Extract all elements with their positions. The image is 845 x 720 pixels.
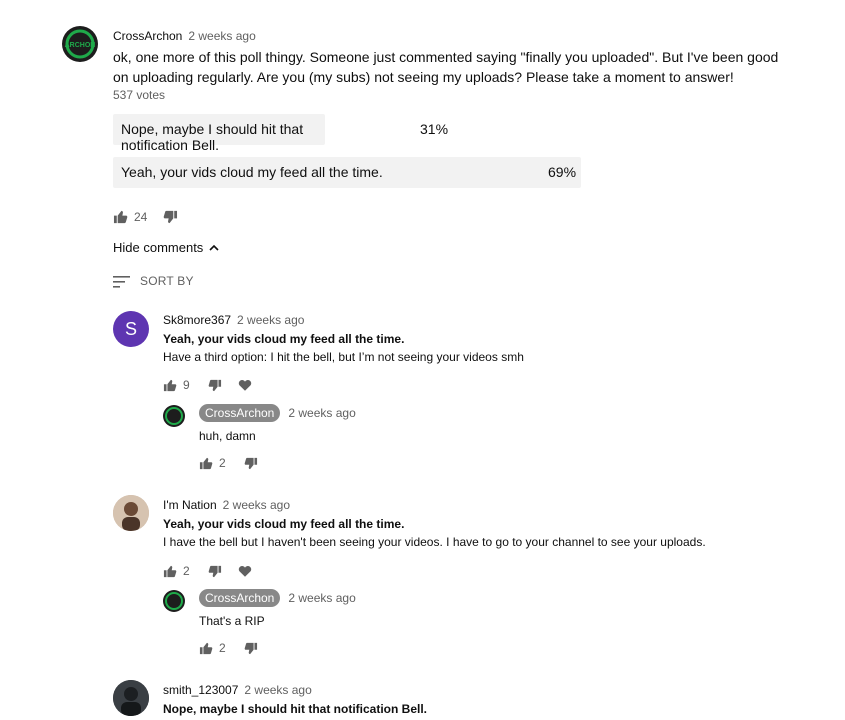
archon-logo-icon — [165, 407, 183, 425]
reply-avatar[interactable] — [163, 405, 185, 427]
like-count: 9 — [183, 378, 190, 392]
heart-icon[interactable] — [238, 379, 252, 392]
comment-header: I'm Nation 2 weeks ago — [163, 496, 290, 514]
reply-actions: 2 — [199, 456, 258, 470]
post-text: ok, one more of this poll thingy. Someon… — [113, 47, 813, 87]
poll-option-percent: 69% — [548, 164, 577, 180]
svg-text:ARCHON: ARCHON — [65, 42, 96, 49]
post-author[interactable]: CrossArchon — [113, 29, 182, 43]
comment-text: Have a third option: I hit the bell, but… — [163, 350, 524, 364]
post-text-line: ok, one more of this poll thingy. Someon… — [113, 49, 779, 65]
dislike-icon[interactable] — [244, 457, 258, 470]
avatar-letter: S — [124, 318, 137, 339]
like-count: 2 — [219, 456, 226, 470]
comment-time[interactable]: 2 weeks ago — [223, 498, 290, 512]
sort-icon — [113, 275, 130, 288]
reply-time[interactable]: 2 weeks ago — [288, 591, 355, 605]
chevron-up-icon — [209, 244, 219, 251]
comment-time[interactable]: 2 weeks ago — [244, 683, 311, 697]
heart-icon[interactable] — [238, 565, 252, 578]
commenter-avatar[interactable]: S — [113, 311, 149, 347]
commenter-avatar[interactable] — [113, 495, 149, 531]
dislike-icon[interactable] — [208, 379, 222, 392]
like-icon[interactable] — [199, 642, 213, 655]
reply-header: CrossArchon 2 weeks ago — [199, 404, 356, 422]
hide-comments-button[interactable]: Hide comments — [113, 240, 219, 255]
post-actions: 24 — [113, 210, 178, 224]
sort-by-button[interactable]: SORT BY — [113, 274, 194, 288]
comment-time[interactable]: 2 weeks ago — [237, 313, 304, 327]
like-icon[interactable] — [113, 210, 128, 224]
like-count: 24 — [134, 210, 148, 224]
reply-text: That's a RIP — [199, 614, 265, 628]
like-icon[interactable] — [163, 379, 177, 392]
user-photo-icon — [113, 680, 149, 716]
reply-avatar[interactable] — [163, 590, 185, 612]
comment-header: smith_123007 2 weeks ago — [163, 681, 312, 699]
comment-header: Sk8more367 2 weeks ago — [163, 311, 304, 329]
dislike-icon[interactable] — [208, 565, 222, 578]
user-photo-icon — [113, 495, 149, 531]
comment-vote: Yeah, your vids cloud my feed all the ti… — [163, 517, 405, 531]
dislike-icon[interactable] — [244, 642, 258, 655]
reply-time[interactable]: 2 weeks ago — [288, 406, 355, 420]
poll-option-percent: 31% — [420, 121, 449, 137]
poll-option-2[interactable]: Yeah, your vids cloud my feed all the ti… — [113, 157, 581, 188]
owner-badge[interactable]: CrossArchon — [199, 404, 281, 422]
hide-comments-label: Hide comments — [113, 240, 204, 255]
reply-text: huh, damn — [199, 429, 256, 443]
archon-logo-icon — [165, 592, 183, 610]
sort-by-label: SORT BY — [140, 274, 194, 288]
like-icon[interactable] — [199, 457, 213, 470]
poll-votes: 537 votes — [113, 88, 166, 102]
like-count: 2 — [219, 641, 226, 655]
channel-avatar[interactable]: ARCHON — [62, 26, 98, 62]
like-icon[interactable] — [163, 565, 177, 578]
poll-option-label: Yeah, your vids cloud my feed all the ti… — [121, 164, 383, 180]
post-time[interactable]: 2 weeks ago — [188, 29, 255, 43]
owner-badge[interactable]: CrossArchon — [199, 589, 281, 607]
reply-header: CrossArchon 2 weeks ago — [199, 589, 356, 607]
comment-text: I have the bell but I haven't been seein… — [163, 535, 706, 549]
commenter-avatar[interactable] — [113, 680, 149, 716]
poll-option-label: Nope, maybe I should hit that notificati… — [121, 121, 304, 153]
archon-logo-icon: ARCHON — [65, 29, 96, 59]
comment-actions: 2 — [163, 564, 252, 578]
post-header: CrossArchon 2 weeks ago — [113, 27, 256, 45]
reply-actions: 2 — [199, 641, 258, 655]
comment-vote: Yeah, your vids cloud my feed all the ti… — [163, 332, 405, 346]
comment-actions: 9 — [163, 378, 252, 392]
comment-author[interactable]: Sk8more367 — [163, 313, 231, 327]
dislike-icon[interactable] — [163, 210, 178, 224]
comment-author[interactable]: I'm Nation — [163, 498, 217, 512]
comment-vote: Nope, maybe I should hit that notificati… — [163, 702, 428, 716]
comment-author[interactable]: smith_123007 — [163, 683, 238, 697]
post-text-line: on uploading regularly. Are you (my subs… — [113, 69, 734, 85]
like-count: 2 — [183, 564, 190, 578]
poll-option-1[interactable]: Nope, maybe I should hit that notificati… — [113, 114, 448, 153]
